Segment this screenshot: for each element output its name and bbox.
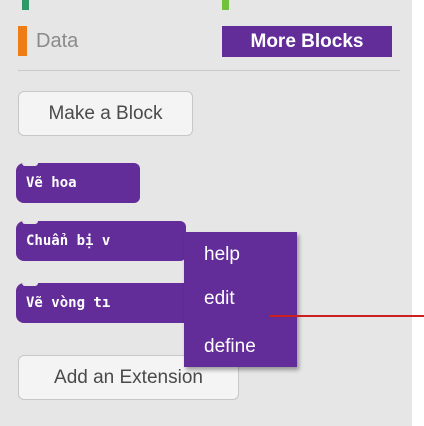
menu-item-help[interactable]: help [204, 244, 240, 266]
category-data[interactable]: Data [18, 26, 206, 56]
annotation-pointer-line [270, 315, 424, 317]
window-edge [412, 0, 424, 426]
custom-block-ve-vong-tron[interactable]: Vẽ vòng tı [16, 283, 196, 323]
category-color-tick-green [22, 0, 29, 10]
menu-item-edit[interactable]: edit [204, 288, 235, 310]
custom-block-chuan-bi[interactable]: Chuẩn bị v [16, 221, 186, 261]
block-context-menu: help edit define [184, 232, 297, 367]
make-a-block-button[interactable]: Make a Block [18, 91, 193, 136]
category-data-label: Data [36, 30, 79, 52]
custom-block-ve-hoa[interactable]: Vẽ hoa [16, 163, 140, 203]
palette-divider [18, 70, 400, 71]
category-more-blocks[interactable]: More Blocks [222, 26, 392, 57]
category-color-tick-lightgreen [222, 0, 229, 10]
menu-item-define[interactable]: define [204, 336, 256, 358]
category-data-color-bar [18, 26, 27, 56]
block-palette-panel: Data More Blocks Make a Block Vẽ hoa Chu… [0, 0, 412, 426]
